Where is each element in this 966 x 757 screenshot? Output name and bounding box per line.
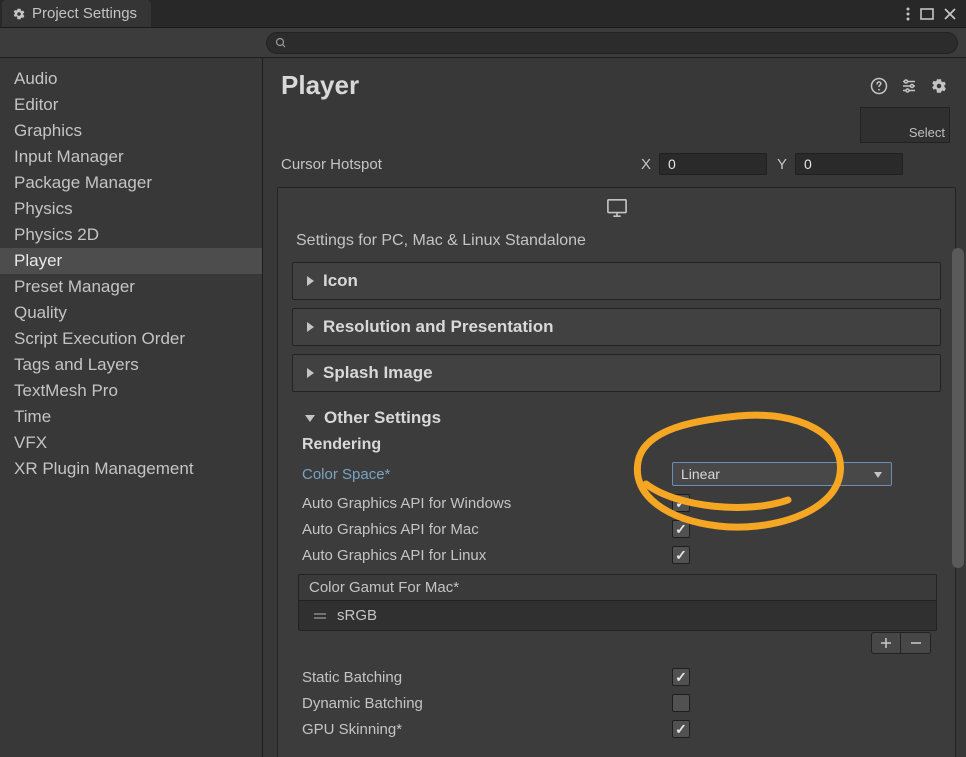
menu-icon[interactable] [906, 7, 910, 21]
preset-icon[interactable] [900, 77, 918, 95]
row-color-space: Color Space* Linear [298, 458, 937, 490]
rendering-header: Rendering [298, 432, 937, 458]
sidebar-item-textmesh[interactable]: TextMesh Pro [0, 378, 262, 404]
triangle-right-icon [305, 367, 315, 379]
label-static-batching: Static Batching [302, 669, 672, 686]
checkbox-dynamic-batching[interactable] [672, 694, 690, 712]
sidebar-item-script-exec[interactable]: Script Execution Order [0, 326, 262, 352]
sidebar-item-graphics[interactable]: Graphics [0, 118, 262, 144]
inspector-scroll[interactable]: Settings for PC, Mac & Linux Standalone … [263, 181, 966, 757]
sidebar-item-physics[interactable]: Physics [0, 196, 262, 222]
sidebar-item-preset-manager[interactable]: Preset Manager [0, 274, 262, 300]
platform-tabs[interactable] [278, 188, 955, 228]
triangle-right-icon [305, 321, 315, 333]
sidebar-item-tags-layers[interactable]: Tags and Layers [0, 352, 262, 378]
asset-select-button[interactable]: Select [860, 107, 950, 143]
triangle-down-icon [304, 413, 316, 423]
checkbox-gpu-skinning[interactable] [672, 720, 690, 738]
restore-icon[interactable] [920, 8, 934, 20]
color-gamut-list: Color Gamut For Mac* sRGB [298, 574, 937, 631]
foldout-resolution[interactable]: Resolution and Presentation [292, 308, 941, 346]
settings-sidebar[interactable]: Audio Editor Graphics Input Manager Pack… [0, 58, 263, 757]
sidebar-item-physics2d[interactable]: Physics 2D [0, 222, 262, 248]
label-auto-api-linux: Auto Graphics API for Linux [302, 547, 672, 564]
search-row [0, 28, 966, 58]
remove-button[interactable] [901, 632, 931, 654]
y-label: Y [777, 156, 787, 173]
field-cursor-hotspot: Cursor Hotspot X Y [263, 147, 966, 181]
cursor-hotspot-x-input[interactable] [659, 153, 767, 175]
tab-title: Project Settings [32, 5, 137, 22]
list-item[interactable]: sRGB [299, 601, 936, 630]
foldout-splash[interactable]: Splash Image [292, 354, 941, 392]
checkbox-auto-api-linux[interactable] [672, 546, 690, 564]
foldout-icon[interactable]: Icon [292, 262, 941, 300]
label-dynamic-batching: Dynamic Batching [302, 695, 672, 712]
label-gpu-skinning: GPU Skinning* [302, 721, 672, 738]
dropdown-color-space[interactable]: Linear [672, 462, 892, 486]
checkbox-auto-api-mac[interactable] [672, 520, 690, 538]
help-icon[interactable] [870, 77, 888, 95]
cursor-hotspot-y-input[interactable] [795, 153, 903, 175]
sidebar-item-quality[interactable]: Quality [0, 300, 262, 326]
sidebar-item-audio[interactable]: Audio [0, 66, 262, 92]
sidebar-item-xr[interactable]: XR Plugin Management [0, 456, 262, 482]
standalone-panel: Settings for PC, Mac & Linux Standalone … [277, 187, 956, 757]
minus-icon [910, 637, 922, 649]
inspector-panel: Player Select Cursor Hotspot X [263, 58, 966, 757]
checkbox-auto-api-win[interactable] [672, 494, 690, 512]
platform-subtitle: Settings for PC, Mac & Linux Standalone [278, 228, 955, 262]
triangle-right-icon [305, 275, 315, 287]
search-box[interactable] [266, 32, 958, 54]
search-icon [275, 37, 287, 49]
window-controls [906, 7, 966, 21]
sidebar-item-input-manager[interactable]: Input Manager [0, 144, 262, 170]
label-auto-api-mac: Auto Graphics API for Mac [302, 521, 672, 538]
x-label: X [641, 156, 651, 173]
label-auto-api-win: Auto Graphics API for Windows [302, 495, 672, 512]
page-title: Player [281, 70, 359, 101]
sidebar-item-package-manager[interactable]: Package Manager [0, 170, 262, 196]
row-static-batching: Static Batching [298, 664, 937, 690]
gear-icon [12, 7, 26, 21]
close-icon[interactable] [944, 8, 956, 20]
sidebar-item-vfx[interactable]: VFX [0, 430, 262, 456]
title-bar: Project Settings [0, 0, 966, 28]
foldout-other[interactable]: Other Settings [292, 400, 941, 432]
vertical-scrollbar[interactable] [952, 248, 964, 757]
window-tab[interactable]: Project Settings [2, 0, 151, 27]
list-footer [298, 630, 937, 654]
scrollbar-thumb[interactable] [952, 248, 964, 568]
cursor-hotspot-label: Cursor Hotspot [281, 156, 641, 173]
label-color-space: Color Space* [302, 466, 672, 483]
grip-icon[interactable] [313, 611, 327, 621]
caret-down-icon [873, 471, 883, 479]
color-gamut-header: Color Gamut For Mac* [299, 575, 936, 601]
sidebar-item-editor[interactable]: Editor [0, 92, 262, 118]
add-button[interactable] [871, 632, 901, 654]
checkbox-static-batching[interactable] [672, 668, 690, 686]
monitor-icon[interactable] [606, 198, 628, 218]
search-input[interactable] [293, 35, 949, 50]
row-gpu-skinning: GPU Skinning* [298, 716, 937, 742]
row-auto-api-win: Auto Graphics API for Windows [298, 490, 937, 516]
row-dynamic-batching: Dynamic Batching [298, 690, 937, 716]
gear-icon[interactable] [930, 77, 948, 95]
sidebar-item-time[interactable]: Time [0, 404, 262, 430]
sidebar-item-player[interactable]: Player [0, 248, 262, 274]
row-auto-api-linux: Auto Graphics API for Linux [298, 542, 937, 568]
plus-icon [880, 637, 892, 649]
row-auto-api-mac: Auto Graphics API for Mac [298, 516, 937, 542]
